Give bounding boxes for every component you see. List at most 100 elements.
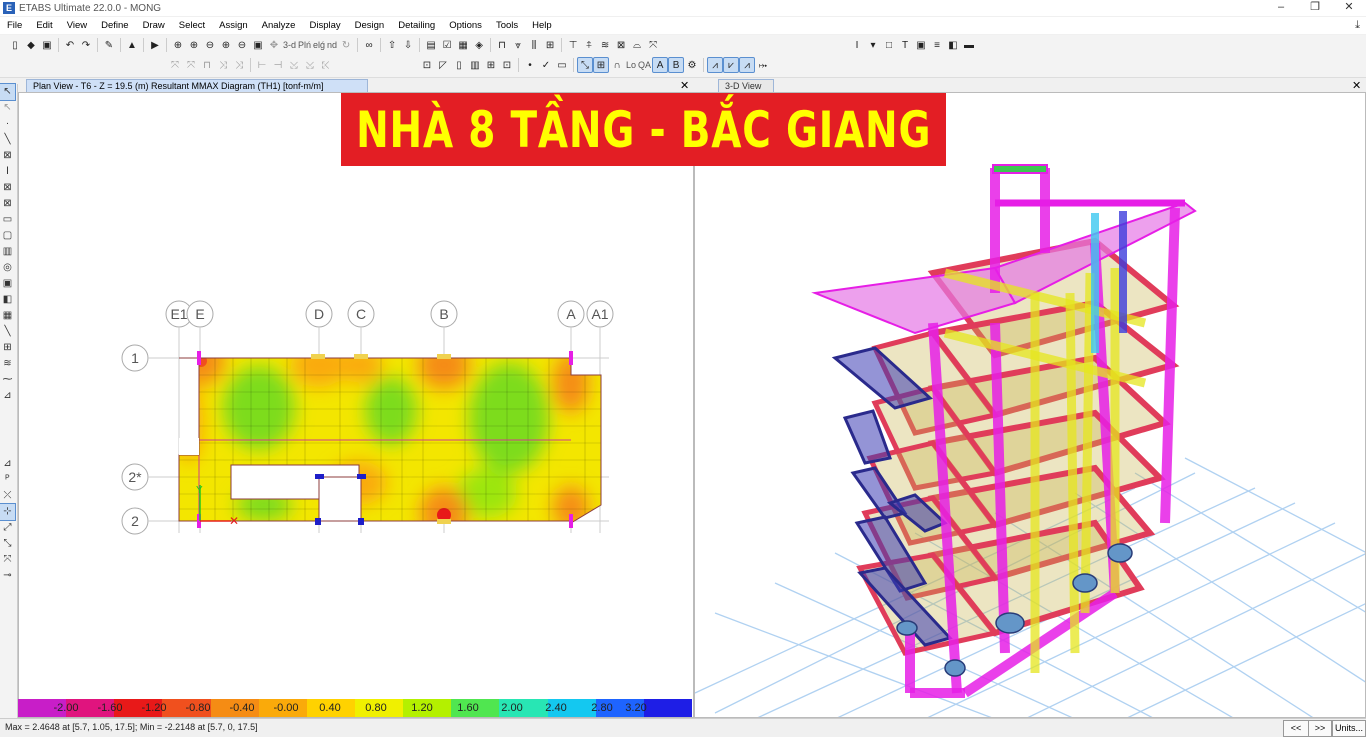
draw-column-icon[interactable]: Ⅰ	[0, 164, 15, 180]
open-icon[interactable]: ◆	[24, 38, 38, 52]
pointer-select-icon[interactable]: ⤡	[577, 57, 593, 73]
draw-pier-icon[interactable]: ▦	[0, 308, 15, 324]
plan-view-pane[interactable]: E1 E D C B A A1 1 2* 2 Y ✕	[18, 92, 694, 718]
wall-tool-icon[interactable]: ◧	[946, 38, 960, 52]
cross-icon[interactable]: ⤧	[646, 38, 660, 52]
select-zoom-icon[interactable]: ⊡	[420, 58, 434, 72]
draw-wall-stack-icon[interactable]: ◧	[0, 292, 15, 308]
draw-beam-grid-icon[interactable]: ⊠	[0, 148, 15, 164]
close-button[interactable]: ✕	[1332, 0, 1366, 16]
minimize-button[interactable]: –	[1264, 0, 1298, 16]
menu-detailing[interactable]: Detailing	[391, 17, 442, 34]
select-point-icon[interactable]: ⊡	[500, 58, 514, 72]
pan-icon[interactable]: ✥	[267, 38, 281, 52]
dash-tool-icon[interactable]: ≡	[930, 38, 944, 52]
check-icon[interactable]: ✓	[539, 58, 553, 72]
box-tool-icon[interactable]: □	[882, 38, 896, 52]
display-options-icon[interactable]: ▦	[456, 38, 470, 52]
select-grid-icon[interactable]: ⊞	[484, 58, 498, 72]
pen-icon[interactable]: ✎	[102, 38, 116, 52]
menu-draw[interactable]: Draw	[136, 17, 172, 34]
zoom-step-in-icon[interactable]: ⊕	[219, 38, 233, 52]
previous-button[interactable]: <<	[1283, 720, 1309, 737]
tab-plan-view[interactable]: Plan View - T6 - Z = 19.5 (m) Resultant …	[26, 79, 368, 92]
lock-icon[interactable]: ▲	[125, 38, 139, 52]
a-button[interactable]: A	[652, 57, 669, 73]
snap-extend-icon[interactable]: ⊸	[0, 568, 15, 584]
draw-dimension-icon[interactable]: ⊿	[0, 388, 15, 404]
draw-brace-icon[interactable]: ⊠	[0, 180, 15, 196]
snap-icon-4[interactable]: ⤨	[216, 58, 230, 72]
menu-options[interactable]: Options	[442, 17, 489, 34]
zoom-in-icon[interactable]: ⊕	[187, 38, 201, 52]
snap-icon-5[interactable]: ⤨	[232, 58, 246, 72]
next-button[interactable]: >>	[1308, 720, 1332, 737]
menu-assign[interactable]: Assign	[212, 17, 255, 34]
virtual-work-icon[interactable]: ⌓	[630, 38, 644, 52]
snap-icon-6[interactable]: ⊢	[255, 58, 269, 72]
previous-select-icon[interactable]: ᴾ	[0, 472, 15, 488]
menu-view[interactable]: View	[60, 17, 94, 34]
support-reactions-icon[interactable]: ⊤	[566, 38, 580, 52]
intersect-icon[interactable]: ∩	[610, 58, 624, 72]
story-down-icon[interactable]: ⇩	[401, 38, 415, 52]
menu-display[interactable]: Display	[302, 17, 347, 34]
area-icon[interactable]: ▭	[555, 58, 569, 72]
snap-icon-2[interactable]: ⤧	[184, 58, 198, 72]
rotate-icon[interactable]: ↻	[339, 38, 353, 52]
snap-icon-9[interactable]: ⤩	[303, 58, 317, 72]
qa-button[interactable]: QA	[638, 60, 651, 70]
menu-file[interactable]: File	[0, 17, 29, 34]
section-dropdown-icon[interactable]: ▾	[866, 38, 880, 52]
beam-tool-icon[interactable]: ▣	[914, 38, 928, 52]
select-frame-icon[interactable]: ▯	[452, 58, 466, 72]
3d-view-pane[interactable]	[694, 92, 1366, 718]
select-pointer-icon[interactable]: ↖	[0, 83, 16, 101]
draw-spring-icon[interactable]: ≋	[0, 356, 15, 372]
snap-intersect-icon[interactable]: ⤡	[0, 536, 15, 552]
extrude-icon[interactable]: ◈	[472, 38, 486, 52]
draw-slab-icon[interactable]: ▣	[0, 276, 15, 292]
select-col-icon[interactable]: ▥	[468, 58, 482, 72]
menu-analyze[interactable]: Analyze	[255, 17, 303, 34]
b-button[interactable]: B	[668, 57, 685, 73]
snap-perp-icon[interactable]: ⤧	[0, 552, 15, 568]
undo-icon[interactable]: ↶	[63, 38, 77, 52]
shell-forces-icon[interactable]: ⊞	[543, 38, 557, 52]
story-up-icon[interactable]: ⇧	[385, 38, 399, 52]
draw-opening-icon[interactable]: ◎	[0, 260, 15, 276]
draw-joint-icon[interactable]: ·	[0, 116, 15, 132]
save-icon[interactable]: ▣	[40, 38, 54, 52]
draw-bay-icon[interactable]: ⊠	[0, 196, 15, 212]
draw-rect-floor-icon[interactable]: ▢	[0, 228, 15, 244]
draw-tendon-icon[interactable]: ⁓	[0, 372, 15, 388]
clear-select-icon[interactable]: ⤫	[0, 488, 15, 504]
glasses-icon[interactable]: ∞	[362, 38, 376, 52]
t-tool-icon[interactable]: T	[898, 38, 912, 52]
close-plan-view-icon[interactable]: ✕	[680, 79, 689, 92]
snap-icon-7[interactable]: ⊣	[271, 58, 285, 72]
restore-button[interactable]: ❐	[1298, 0, 1332, 16]
redo-icon[interactable]: ↷	[79, 38, 93, 52]
spring-icon[interactable]: ≋	[598, 38, 612, 52]
snap-icon-10[interactable]: ⤪	[319, 58, 333, 72]
new-model-icon[interactable]: ▯	[8, 38, 22, 52]
menu-design[interactable]: Design	[348, 17, 392, 34]
snap-icon-3[interactable]: ⊓	[200, 58, 214, 72]
select-all-icon[interactable]: ⊿	[0, 456, 15, 472]
units-button[interactable]: Units...	[1332, 720, 1366, 737]
zoom-out-icon[interactable]: ⊖	[203, 38, 217, 52]
snap-icon-1[interactable]: ⤧	[168, 58, 182, 72]
mode-icon-4[interactable]: ⤠	[756, 58, 770, 72]
zoom-window-icon[interactable]: ⊕	[171, 38, 185, 52]
draw-link-icon[interactable]: ╲	[0, 324, 15, 340]
elevation-view-button[interactable]: elǵ	[313, 40, 325, 50]
mode-icon-3[interactable]: ⩘	[739, 57, 756, 73]
download-icon[interactable]: ⤓	[1355, 19, 1360, 32]
lo-button[interactable]: Lo	[626, 60, 636, 70]
close-3d-view-icon[interactable]: ✕	[1352, 79, 1361, 92]
menu-help[interactable]: Help	[525, 17, 559, 34]
mode-icon-2[interactable]: ⩗	[723, 57, 740, 73]
settings-icon[interactable]: ⚙	[685, 58, 699, 72]
draw-beam-icon[interactable]: ╲	[0, 132, 15, 148]
